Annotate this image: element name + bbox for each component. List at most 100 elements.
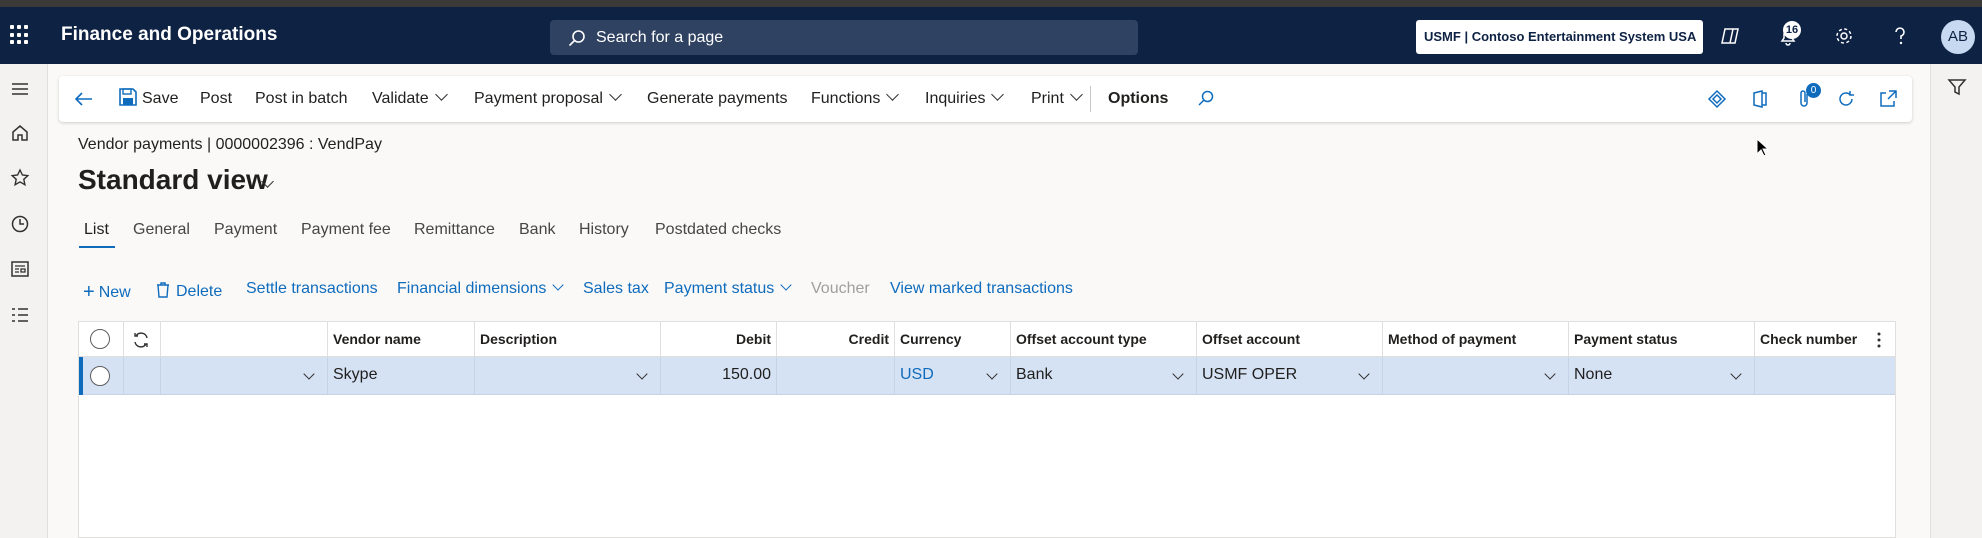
mouse-cursor-icon xyxy=(1756,138,1770,157)
chevron-down-icon[interactable] xyxy=(1172,368,1184,380)
refresh-header[interactable] xyxy=(124,322,161,357)
more-options-icon[interactable] xyxy=(1876,331,1882,349)
select-all-radio[interactable] xyxy=(90,329,110,349)
row-select-cell[interactable] xyxy=(79,357,124,395)
back-arrow-icon[interactable] xyxy=(73,88,95,110)
method-of-payment-cell[interactable] xyxy=(1383,357,1569,395)
inquiries-label: Inquiries xyxy=(925,90,986,107)
page-search[interactable]: Search for a page xyxy=(550,20,1138,55)
hamburger-menu-icon[interactable] xyxy=(10,79,30,99)
modules-list-icon[interactable] xyxy=(10,305,30,325)
payment-status-menu[interactable]: Payment status xyxy=(664,279,792,298)
payment-status-label: Payment status xyxy=(664,280,775,297)
column-header-credit[interactable]: Credit xyxy=(777,322,895,357)
chevron-down-icon xyxy=(552,279,565,291)
select-all-header[interactable] xyxy=(79,322,124,357)
app-launcher-icon[interactable] xyxy=(10,25,30,45)
offset-account-value: USMF OPER xyxy=(1202,366,1298,383)
chevron-down-icon xyxy=(886,88,900,101)
payment-proposal-menu[interactable]: Payment proposal xyxy=(474,88,622,108)
tab-postdated-checks[interactable]: Postdated checks xyxy=(655,221,781,239)
tab-general[interactable]: General xyxy=(133,221,190,239)
column-header-debit[interactable]: Debit xyxy=(661,322,777,357)
chevron-down-icon[interactable] xyxy=(986,368,998,380)
plus-icon: + xyxy=(83,281,95,303)
validate-menu[interactable]: Validate xyxy=(372,88,448,108)
home-icon[interactable] xyxy=(10,123,30,143)
clock-recent-icon[interactable] xyxy=(10,214,30,234)
chevron-down-icon[interactable] xyxy=(303,368,315,380)
attachments-count-badge: 0 xyxy=(1806,83,1821,98)
credit-cell[interactable] xyxy=(777,357,895,395)
chevron-down-icon[interactable] xyxy=(1544,368,1556,380)
refresh-icon[interactable] xyxy=(1835,88,1857,110)
tab-remittance[interactable]: Remittance xyxy=(414,221,495,239)
company-picker[interactable]: USMF | Contoso Entertainment System USA xyxy=(1416,20,1703,54)
column-header-method-of-payment[interactable]: Method of payment xyxy=(1383,322,1569,357)
office-icon[interactable] xyxy=(1749,88,1771,110)
workspaces-icon[interactable] xyxy=(10,259,30,279)
inquiries-menu[interactable]: Inquiries xyxy=(925,88,1005,108)
currency-value[interactable]: USD xyxy=(900,366,934,383)
column-header-check-number[interactable]: Check number xyxy=(1755,322,1895,357)
new-button[interactable]: + New xyxy=(83,280,131,303)
filter-icon[interactable] xyxy=(1947,77,1967,97)
chevron-down-icon[interactable] xyxy=(636,368,648,380)
power-apps-icon[interactable] xyxy=(1706,88,1728,110)
currency-cell[interactable]: USD xyxy=(895,357,1011,395)
row-spacer-cell xyxy=(124,357,161,395)
avatar[interactable]: AB xyxy=(1941,20,1975,54)
chevron-down-icon[interactable] xyxy=(1730,368,1742,380)
post-in-batch-button[interactable]: Post in batch xyxy=(255,90,348,108)
delete-button[interactable]: Delete xyxy=(156,280,222,301)
vendor-name-cell[interactable]: Skype xyxy=(328,357,475,395)
generate-payments-button[interactable]: Generate payments xyxy=(647,90,788,108)
chevron-down-icon xyxy=(434,88,448,101)
account-cell[interactable] xyxy=(161,357,328,395)
delete-label: Delete xyxy=(176,283,223,300)
offset-account-cell[interactable]: USMF OPER xyxy=(1197,357,1383,395)
tab-list[interactable]: List xyxy=(84,221,109,239)
column-header-currency[interactable]: Currency xyxy=(895,322,1011,357)
help-icon[interactable] xyxy=(1889,25,1911,47)
app-title: Finance and Operations xyxy=(61,24,278,45)
view-marked-transactions-button[interactable]: View marked transactions xyxy=(890,280,1073,298)
tab-payment-fee[interactable]: Payment fee xyxy=(301,221,391,239)
settle-transactions-button[interactable]: Settle transactions xyxy=(246,280,378,298)
gear-icon[interactable] xyxy=(1833,25,1855,47)
column-header-offset-account[interactable]: Offset account xyxy=(1197,322,1383,357)
open-in-new-window-icon[interactable] xyxy=(1877,88,1899,110)
right-filter-rail xyxy=(1930,64,1982,538)
print-menu[interactable]: Print xyxy=(1031,88,1083,108)
description-cell[interactable] xyxy=(475,357,661,395)
column-header-description[interactable]: Description xyxy=(475,322,661,357)
functions-menu[interactable]: Functions xyxy=(811,88,900,108)
check-number-cell[interactable] xyxy=(1755,357,1895,395)
post-button[interactable]: Post xyxy=(200,90,232,108)
column-header-account[interactable] xyxy=(161,322,328,357)
save-button[interactable]: Save xyxy=(142,90,178,108)
navigation-bar: Finance and Operations Search for a page… xyxy=(0,7,1982,64)
refresh-icon[interactable] xyxy=(131,330,151,350)
chevron-down-icon[interactable] xyxy=(1358,368,1370,380)
row-select-radio[interactable] xyxy=(90,366,110,386)
options-tab[interactable]: Options xyxy=(1108,90,1168,108)
sales-tax-button[interactable]: Sales tax xyxy=(583,280,649,298)
tab-bank[interactable]: Bank xyxy=(519,221,555,239)
voucher-button[interactable]: Voucher xyxy=(811,280,870,298)
column-header-payment-status[interactable]: Payment status xyxy=(1569,322,1755,357)
column-header-vendor-name[interactable]: Vendor name xyxy=(328,322,475,357)
action-pane: Save Post Post in batch Validate Payment… xyxy=(59,76,1912,122)
column-header-offset-account-type[interactable]: Offset account type xyxy=(1011,322,1197,357)
offset-account-type-cell[interactable]: Bank xyxy=(1011,357,1197,395)
action-search-icon[interactable] xyxy=(1197,89,1215,107)
search-placeholder: Search for a page xyxy=(596,29,724,46)
financial-dimensions-menu[interactable]: Financial dimensions xyxy=(397,279,565,298)
page-title[interactable]: Standard view xyxy=(78,164,268,196)
star-favorites-icon[interactable] xyxy=(10,168,30,188)
tab-history[interactable]: History xyxy=(579,221,629,239)
payment-status-cell[interactable]: None xyxy=(1569,357,1755,395)
tab-payment[interactable]: Payment xyxy=(214,221,277,239)
copilot-icon[interactable] xyxy=(1719,25,1741,47)
debit-cell[interactable]: 150.00 xyxy=(661,357,777,395)
